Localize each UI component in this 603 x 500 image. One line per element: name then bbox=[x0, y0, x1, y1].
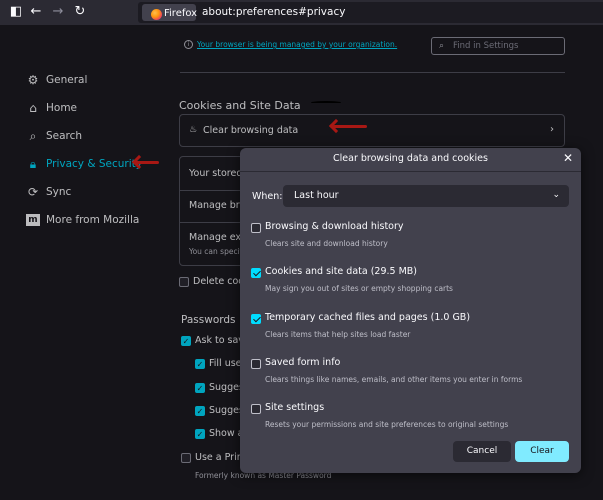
clear-button[interactable]: Clear bbox=[515, 441, 569, 462]
cookies-checkbox[interactable] bbox=[251, 268, 261, 278]
option-saved-form-info[interactable]: Saved form info Clears things like names… bbox=[251, 357, 571, 391]
option-browsing-history[interactable]: Browsing & download history Clears site … bbox=[251, 221, 571, 255]
when-dropdown[interactable]: Last hour ⌄ bbox=[283, 185, 569, 207]
chevron-down-icon: ⌄ bbox=[552, 190, 560, 200]
option-label: Site settings bbox=[265, 402, 325, 413]
site-settings-checkbox[interactable] bbox=[251, 404, 261, 414]
forward-arrow-icon[interactable]: → bbox=[50, 4, 66, 20]
clear-data-dialog: Clear browsing data and cookies ✕ When: … bbox=[240, 148, 581, 473]
url-text[interactable]: about:preferences#privacy bbox=[202, 6, 345, 18]
option-label: Saved form info bbox=[265, 357, 341, 368]
option-label: Browsing & download history bbox=[265, 221, 404, 232]
browsing-history-checkbox[interactable] bbox=[251, 223, 261, 233]
when-selected-value: Last hour bbox=[294, 190, 339, 201]
option-cookies[interactable]: Cookies and site data (29.5 MB) May sign… bbox=[251, 266, 571, 300]
saved-form-info-checkbox[interactable] bbox=[251, 359, 261, 369]
preferences-window: ◧ ← → ↻ Firefox about:preferences#privac… bbox=[0, 0, 603, 500]
option-label: Temporary cached files and pages (1.0 GB… bbox=[265, 312, 471, 323]
option-description: Clears items that help sites load faster bbox=[265, 330, 411, 339]
back-arrow-icon[interactable]: ← bbox=[28, 4, 44, 20]
cancel-button[interactable]: Cancel bbox=[453, 441, 511, 462]
option-description: May sign you out of sites or empty shopp… bbox=[265, 284, 453, 293]
option-description: Clears things like names, emails, and ot… bbox=[265, 375, 523, 384]
option-label: Cookies and site data (29.5 MB) bbox=[265, 266, 417, 277]
cached-files-checkbox[interactable] bbox=[251, 314, 261, 324]
identity-label: Firefox bbox=[164, 8, 198, 19]
when-label: When: bbox=[252, 191, 283, 202]
dialog-title: Clear browsing data and cookies bbox=[333, 153, 488, 164]
firefox-logo-icon bbox=[151, 9, 162, 20]
reload-icon[interactable]: ↻ bbox=[72, 4, 88, 20]
identity-box[interactable]: Firefox bbox=[142, 4, 198, 21]
close-icon[interactable]: ✕ bbox=[563, 151, 573, 165]
option-site-settings[interactable]: Site settings Resets your permissions an… bbox=[251, 402, 571, 436]
option-description: Resets your permissions and site prefere… bbox=[265, 420, 509, 429]
browser-toolbar: ◧ ← → ↻ Firefox about:preferences#privac… bbox=[0, 0, 603, 25]
sidebar-toggle-icon[interactable]: ◧ bbox=[8, 4, 24, 20]
option-description: Clears site and download history bbox=[265, 239, 388, 248]
option-cached-files[interactable]: Temporary cached files and pages (1.0 GB… bbox=[251, 312, 571, 346]
divider bbox=[240, 171, 581, 172]
url-bar[interactable]: Firefox about:preferences#privacy bbox=[138, 2, 603, 23]
